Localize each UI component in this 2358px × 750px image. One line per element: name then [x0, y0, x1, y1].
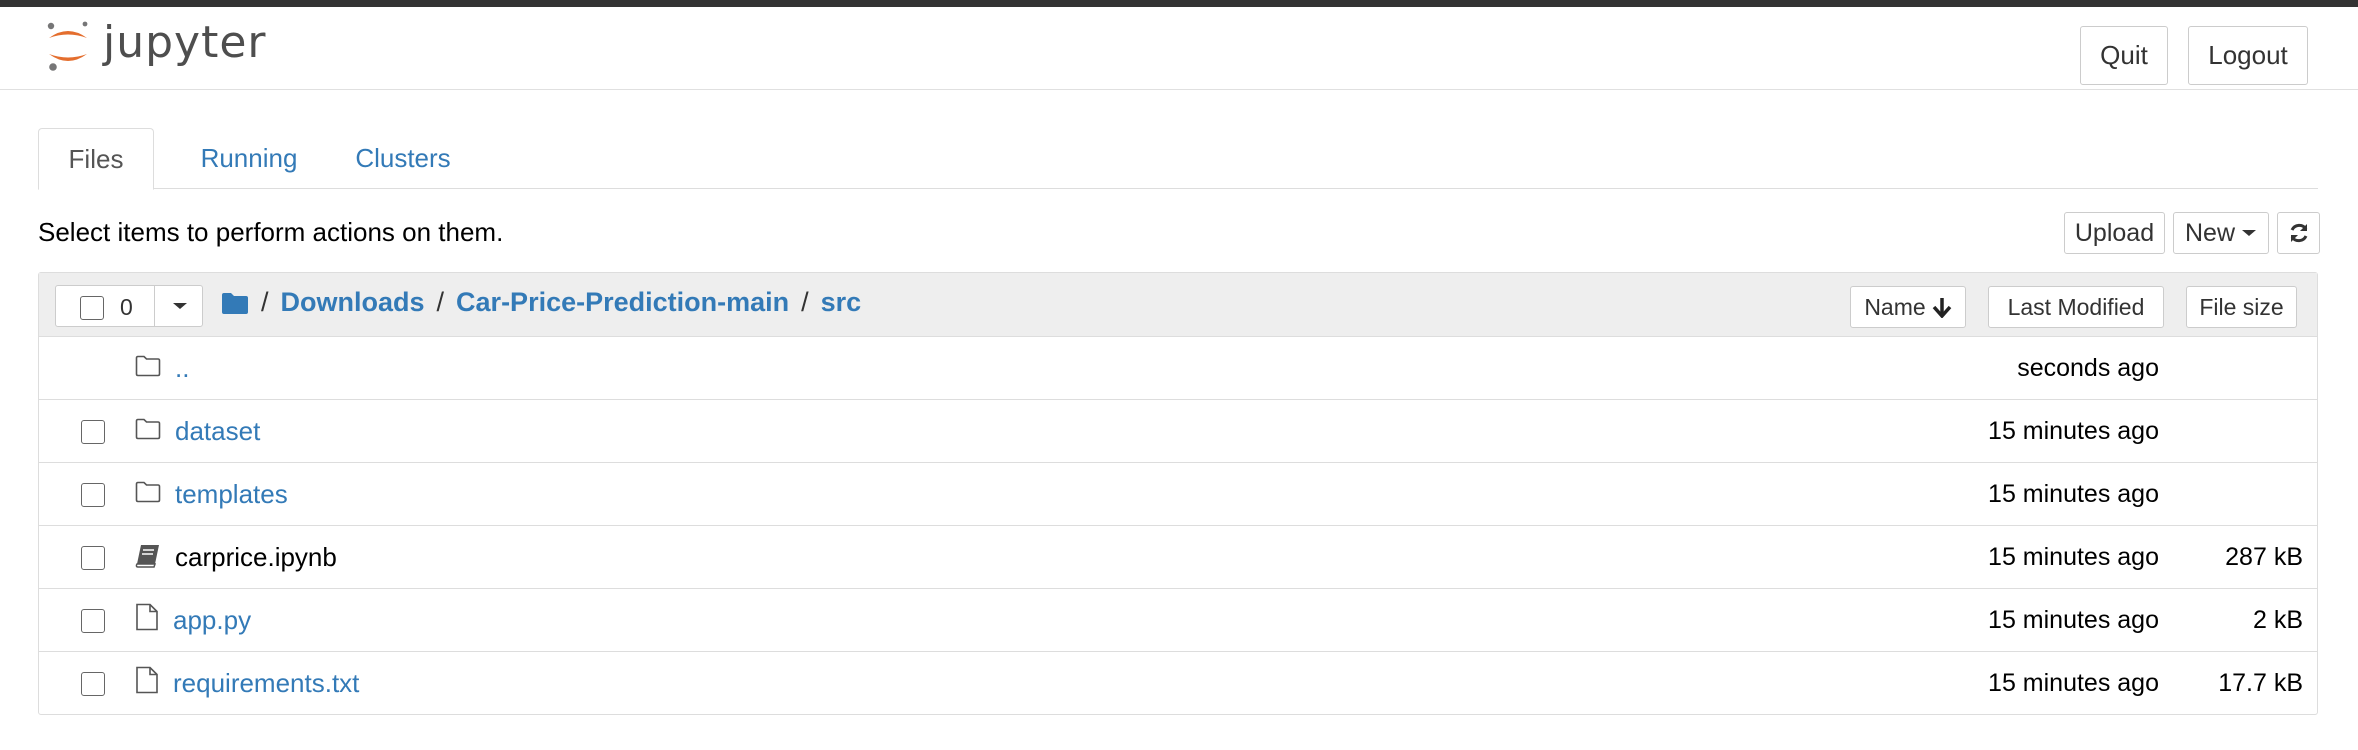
logout-button[interactable]: Logout: [2188, 26, 2308, 85]
breadcrumb-item-car-price-prediction-main[interactable]: Car-Price-Prediction-main: [456, 287, 789, 318]
file-size: 287 kB: [2225, 543, 2303, 571]
file-modified: 15 minutes ago: [1988, 480, 2159, 508]
sort-by-modified-button[interactable]: Last Modified: [1988, 286, 2164, 328]
caret-down-icon: [172, 303, 187, 309]
list-item[interactable]: requirements.txt 15 minutes ago 17.7 kB: [39, 652, 2317, 715]
file-name[interactable]: app.py: [173, 605, 251, 636]
select-hint-text: Select items to perform actions on them.: [38, 217, 504, 247]
file-modified: 15 minutes ago: [1988, 669, 2159, 697]
breadcrumb-item-src[interactable]: src: [821, 287, 862, 318]
refresh-icon: [2290, 223, 2307, 243]
select-dropdown-button[interactable]: [154, 286, 204, 326]
sort-by-name-button[interactable]: Name: [1850, 286, 1966, 328]
file-name[interactable]: requirements.txt: [173, 668, 359, 699]
tab-running[interactable]: Running: [174, 128, 324, 189]
file-list-header: 0 / Downloads / Car-Price-Prediction-mai…: [39, 273, 2317, 337]
list-item[interactable]: carprice.ipynb 15 minutes ago 287 kB: [39, 526, 2317, 589]
file-modified: 15 minutes ago: [1988, 543, 2159, 571]
row-checkbox[interactable]: [81, 672, 105, 696]
file-name[interactable]: carprice.ipynb: [175, 542, 337, 573]
folder-home-icon[interactable]: [221, 291, 249, 315]
breadcrumb-separator: /: [261, 287, 269, 317]
breadcrumb-separator: /: [436, 287, 445, 317]
file-name[interactable]: dataset: [175, 416, 260, 447]
top-bar: [0, 0, 2358, 7]
tab-clusters[interactable]: Clusters: [338, 128, 468, 189]
file-size: 17.7 kB: [2218, 669, 2303, 697]
select-all-control: 0: [55, 285, 203, 327]
file-modified: seconds ago: [2017, 354, 2159, 382]
file-name[interactable]: templates: [175, 479, 288, 510]
file-name[interactable]: ..: [175, 353, 189, 384]
row-checkbox[interactable]: [81, 546, 105, 570]
list-item[interactable]: .. seconds ago: [39, 337, 2317, 400]
upload-button[interactable]: Upload: [2064, 212, 2165, 254]
logo-text: jupyter: [103, 17, 267, 68]
folder-icon: [135, 355, 161, 377]
quit-button[interactable]: Quit: [2080, 26, 2168, 85]
file-modified: 15 minutes ago: [1988, 417, 2159, 445]
tab-bar: Files Running Clusters: [38, 128, 2318, 190]
file-list: 0 / Downloads / Car-Price-Prediction-mai…: [38, 272, 2318, 715]
arrow-down-icon: [1932, 298, 1951, 318]
file-icon: [136, 666, 158, 694]
folder-icon: [135, 418, 161, 440]
selected-count: 0: [120, 294, 133, 320]
breadcrumb: / Downloads / Car-Price-Prediction-main …: [221, 287, 861, 318]
select-all-checkbox[interactable]: [80, 296, 104, 320]
row-checkbox[interactable]: [81, 609, 105, 633]
new-button-label: New: [2184, 218, 2235, 247]
list-item[interactable]: dataset 15 minutes ago: [39, 400, 2317, 463]
tab-files[interactable]: Files: [38, 128, 154, 190]
list-item[interactable]: templates 15 minutes ago: [39, 463, 2317, 526]
breadcrumb-item-downloads[interactable]: Downloads: [281, 287, 425, 318]
row-checkbox[interactable]: [81, 420, 105, 444]
header: jupyter Quit Logout: [0, 7, 2358, 90]
sort-name-label: Name: [1864, 293, 1926, 320]
sort-by-size-button[interactable]: File size: [2186, 286, 2297, 328]
caret-down-icon: [2242, 230, 2256, 236]
row-checkbox[interactable]: [81, 483, 105, 507]
breadcrumb-separator: /: [801, 287, 809, 317]
new-dropdown-button[interactable]: New: [2173, 212, 2269, 254]
file-icon: [136, 603, 158, 631]
list-item[interactable]: app.py 15 minutes ago 2 kB: [39, 589, 2317, 652]
notebook-icon: [135, 545, 159, 568]
file-size: 2 kB: [2252, 606, 2303, 634]
jupyter-logo-icon: [47, 21, 88, 71]
file-modified: 15 minutes ago: [1988, 606, 2159, 634]
folder-icon: [135, 481, 161, 503]
refresh-button[interactable]: [2277, 212, 2320, 254]
jupyter-logo[interactable]: jupyter: [45, 20, 267, 72]
